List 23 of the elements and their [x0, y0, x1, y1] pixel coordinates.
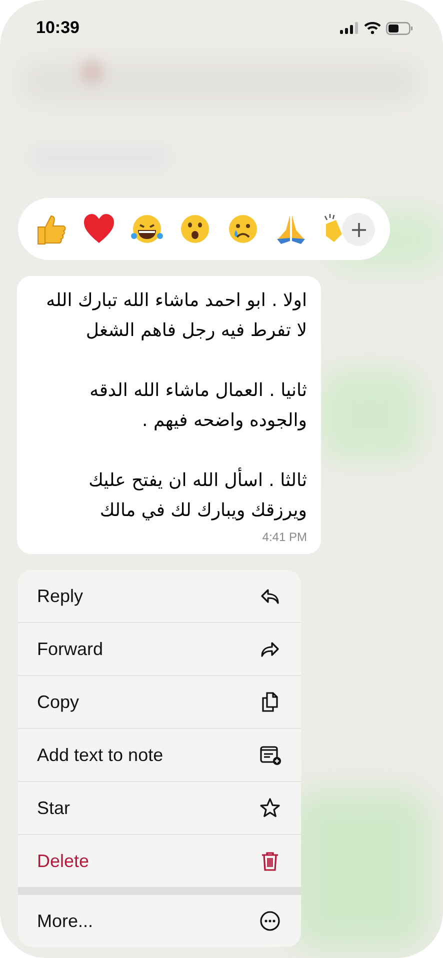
wifi-icon	[364, 22, 381, 34]
crying-face-icon[interactable]	[226, 212, 260, 246]
star-icon	[259, 797, 281, 819]
surprised-face-icon[interactable]	[178, 212, 212, 246]
menu-item[interactable]: Forward	[18, 623, 301, 675]
message-time: 4:41 PM	[262, 529, 307, 546]
signal-icon	[340, 22, 359, 34]
menu-item[interactable]: Star	[18, 782, 301, 834]
menu-item[interactable]: Add text to note	[18, 729, 301, 781]
message-text: اولا . ابو احمد ماشاء الله تبارك الله لا تفرط فيه رجل فاهم الشغل ثانيا . العمال ماشاء الله الدقه والجوده واضحه فيهم . ثالثا . اسأل الله ان يفتح عليك ويرزقك ويبارك لك في مالك	[45, 289, 307, 523]
menu-item[interactable]: Reply	[18, 570, 301, 622]
menu-item[interactable]: Delete	[18, 835, 301, 887]
status-time: 10:39	[36, 17, 80, 40]
copy-icon	[259, 691, 281, 713]
menu-item[interactable]: Copy	[18, 676, 301, 728]
battery-icon	[386, 22, 413, 34]
menu-item[interactable]: More...	[18, 895, 301, 947]
laughing-face-icon[interactable]	[130, 212, 164, 246]
note-add-icon	[259, 744, 281, 766]
plus-icon	[350, 222, 366, 238]
more-icon	[259, 910, 281, 932]
heart-icon[interactable]	[82, 212, 116, 246]
trash-icon	[259, 850, 281, 872]
